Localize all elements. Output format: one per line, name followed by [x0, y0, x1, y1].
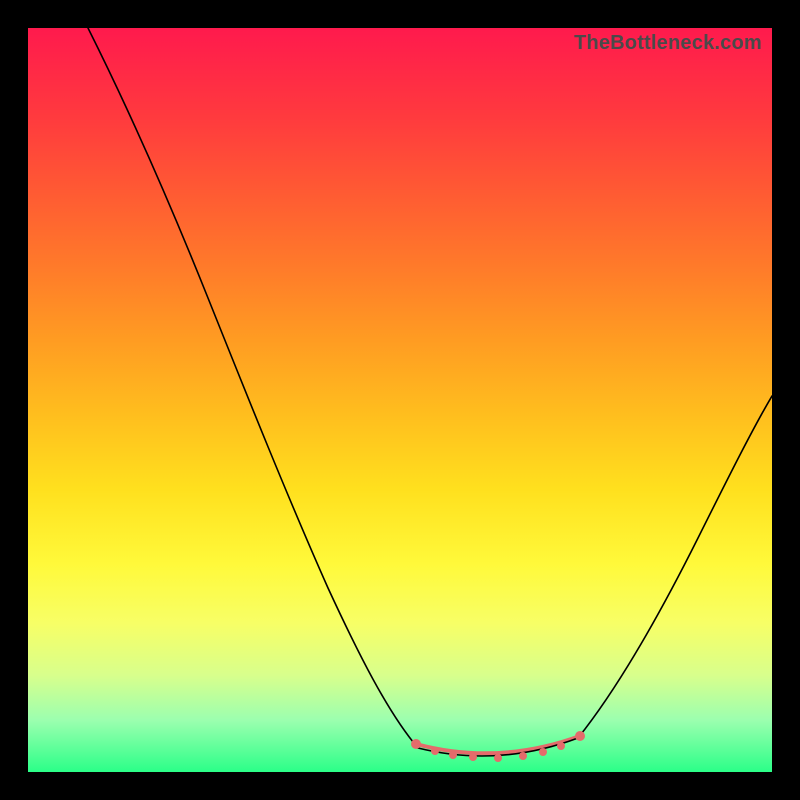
- curve-left-branch: [88, 28, 418, 748]
- curve-flat-bottom: [418, 738, 578, 756]
- bottleneck-curve: [28, 28, 772, 772]
- chart-plot-area: TheBottleneck.com: [28, 28, 772, 772]
- flat-region-markers: [411, 731, 585, 762]
- curve-flat-bottom-highlight: [416, 736, 580, 753]
- attribution-watermark: TheBottleneck.com: [574, 32, 762, 55]
- curve-right-branch: [578, 396, 772, 738]
